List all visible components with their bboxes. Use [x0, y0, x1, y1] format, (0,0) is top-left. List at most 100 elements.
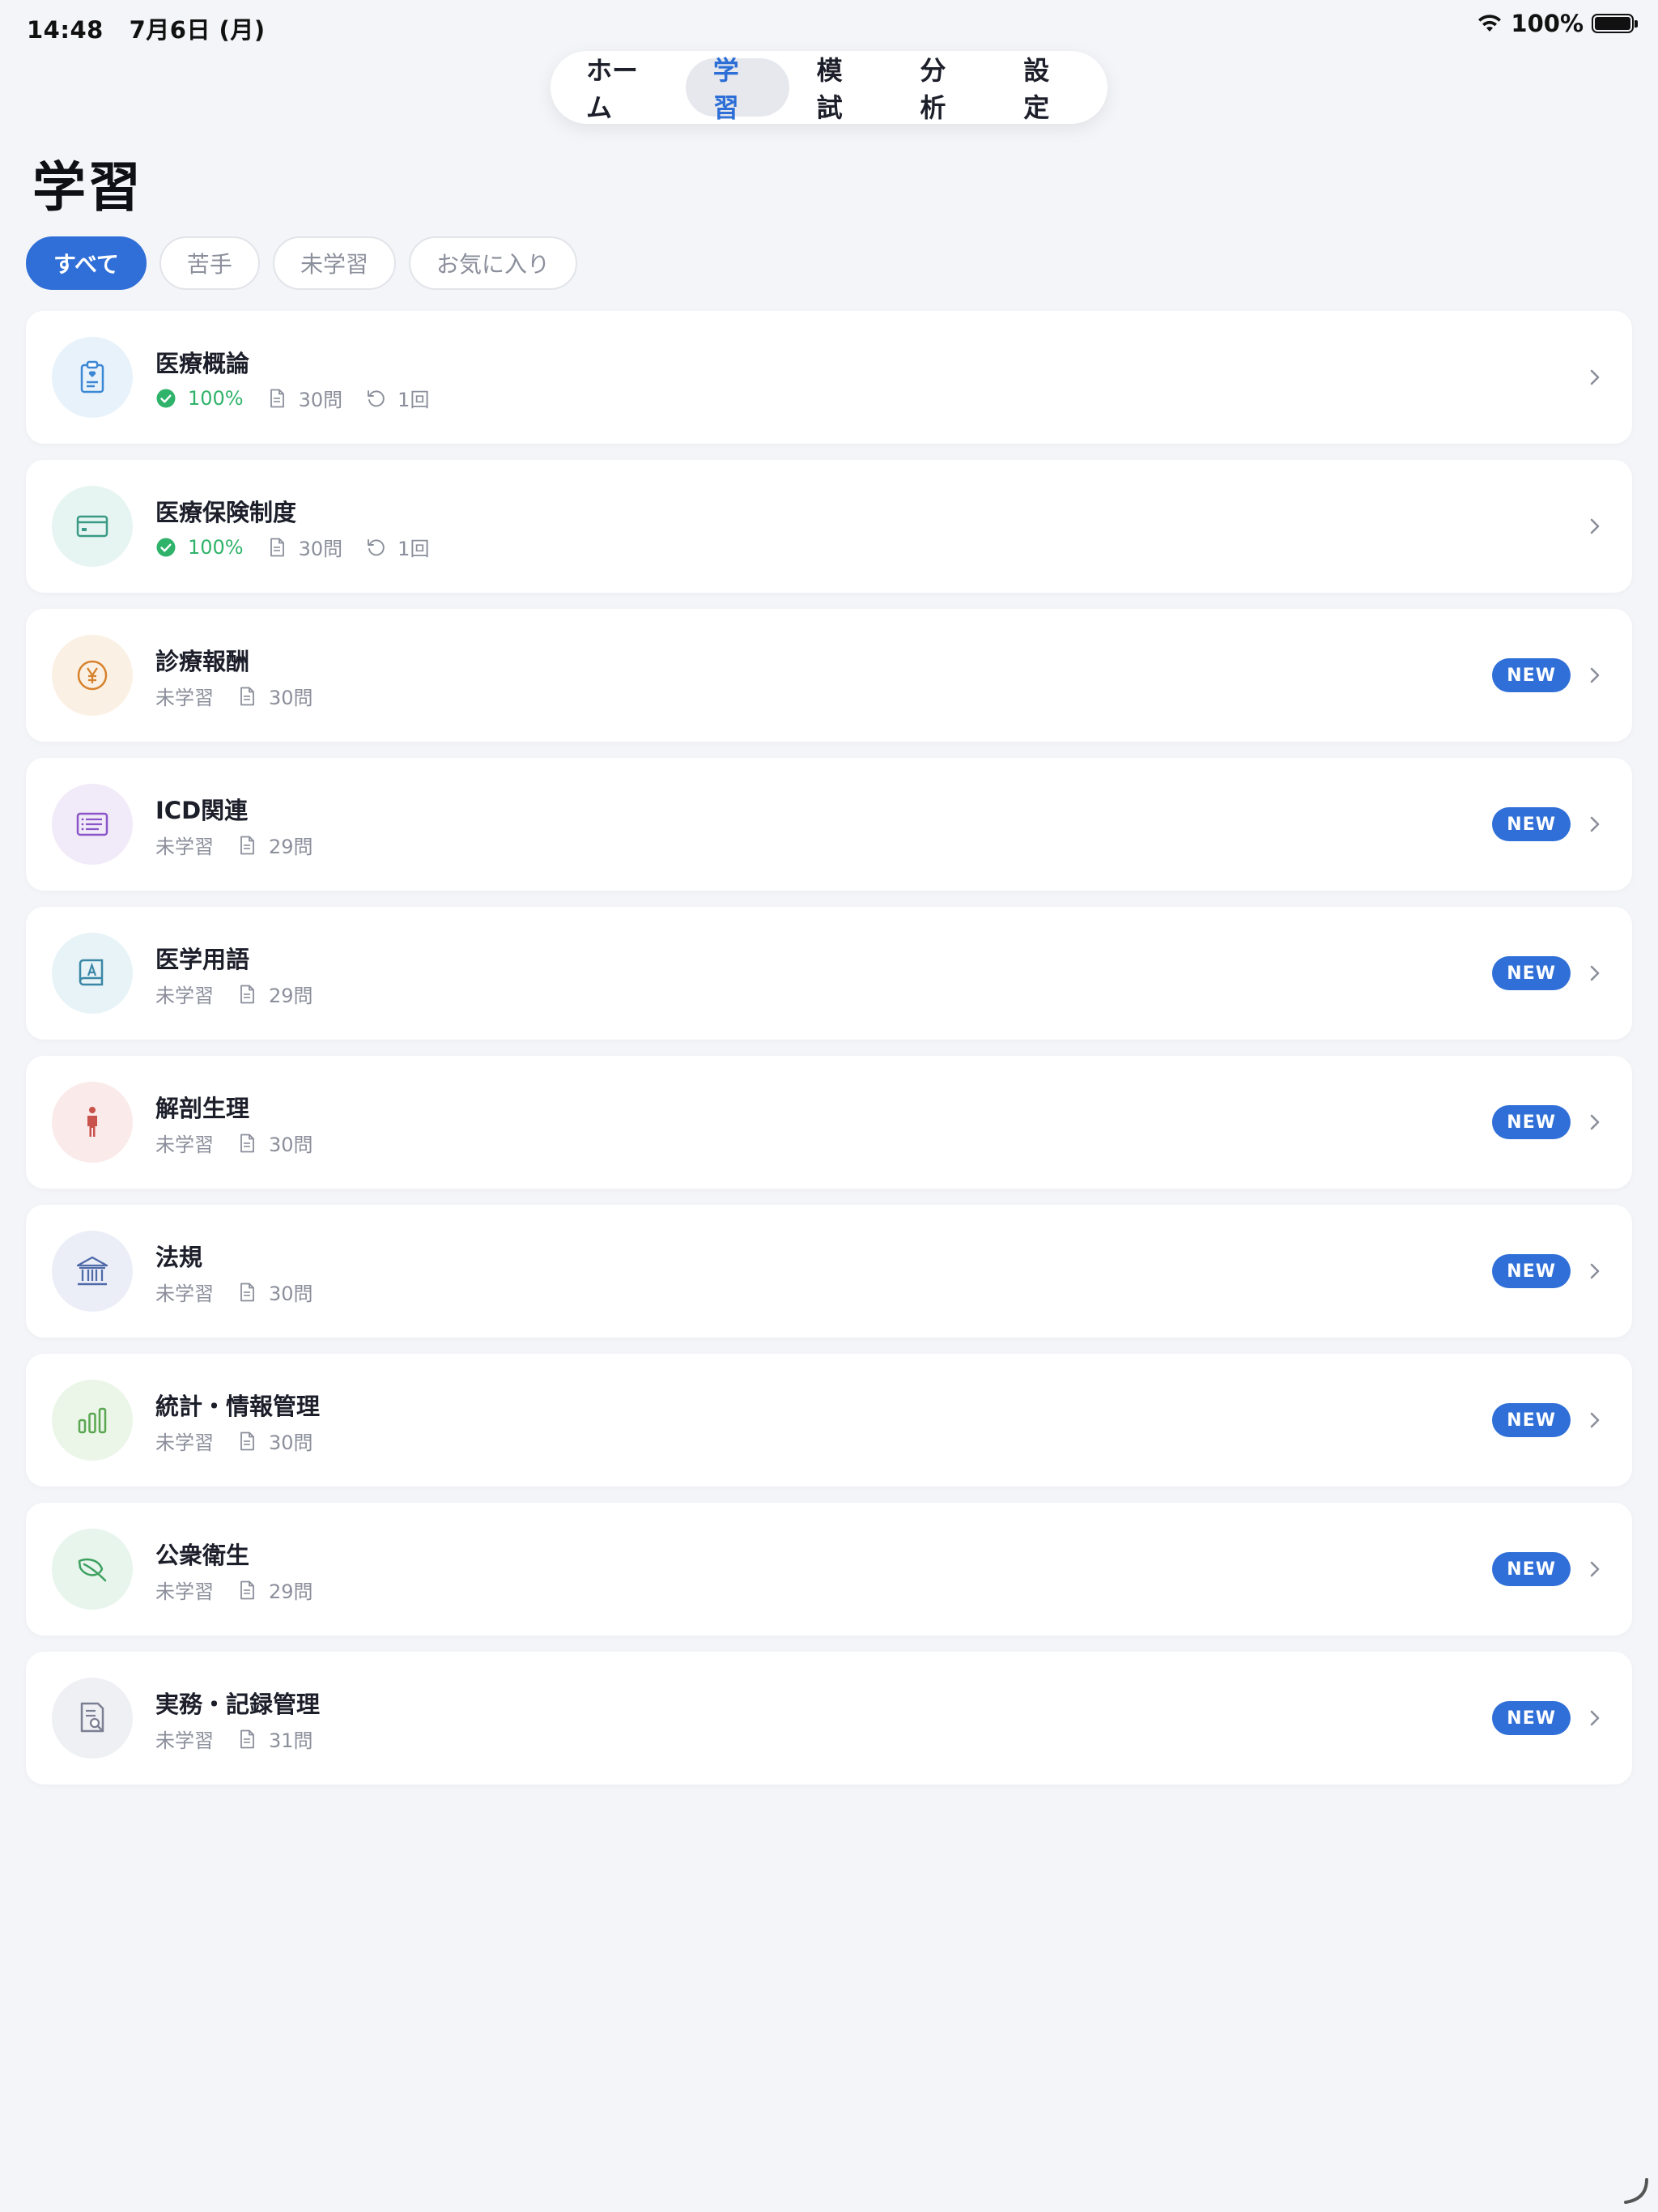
chevron-right-icon [1590, 1561, 1600, 1577]
question-count: 31問 [236, 1725, 313, 1753]
credit-card-icon [76, 515, 108, 538]
battery-icon [1592, 14, 1638, 33]
subject-meta: 未学習 29問 [155, 831, 336, 859]
document-icon [270, 538, 284, 556]
subject-card[interactable]: 実務・記録管理 未学習 31問 NEW [26, 1652, 1632, 1784]
document-icon [270, 389, 284, 407]
subject-title: 解剖生理 [155, 1095, 250, 1122]
page-title: 学習 [32, 156, 142, 219]
subject-icon-wrap [52, 1678, 133, 1759]
subject-icon-wrap [52, 784, 133, 865]
subject-meta: 未学習 29問 [155, 1576, 336, 1604]
subject-title: 実務・記録管理 [155, 1691, 321, 1718]
status-bar: 14:48 7月6日 (月) 100% [0, 0, 1658, 50]
clipboard-heart-icon [80, 360, 104, 393]
filter-weak[interactable]: 苦手 [159, 236, 260, 290]
subject-icon-wrap [52, 337, 133, 418]
filter-all[interactable]: すべて [26, 236, 147, 290]
subject-card[interactable]: 解剖生理 未学習 30問 NEW [26, 1056, 1632, 1189]
subject-card[interactable]: 法規 未学習 30問 NEW [26, 1205, 1632, 1338]
chevron-right-icon [1590, 1263, 1600, 1279]
check-circle-icon [156, 389, 176, 407]
subject-meta: 未学習 30問 [155, 682, 336, 710]
new-badge: NEW [1492, 956, 1571, 990]
leaf-icon [78, 1558, 107, 1582]
progress-status: 未学習 [155, 1729, 214, 1752]
filter-favorites[interactable]: お気に入り [408, 236, 577, 290]
review-icon [368, 538, 385, 555]
question-count: 30問 [266, 533, 342, 561]
review-count: 1回 [365, 384, 429, 412]
document-icon [240, 1134, 254, 1152]
question-count: 29問 [236, 1576, 313, 1604]
progress-status: 未学習 [155, 1580, 214, 1603]
subject-title: 診療報酬 [155, 648, 250, 675]
chevron-right-icon [1590, 667, 1600, 683]
progress-status: 未学習 [155, 687, 214, 709]
subject-title: 統計・情報管理 [155, 1393, 321, 1420]
progress-status: 未学習 [155, 985, 214, 1007]
subject-card[interactable]: 医療概論 100% 30問 1回 [26, 311, 1632, 444]
status-right: 100% [1477, 10, 1638, 37]
question-count: 30問 [236, 1427, 313, 1455]
document-icon [240, 1580, 254, 1599]
subject-title: 医療保険制度 [155, 499, 297, 526]
subject-card[interactable]: 公衆衛生 未学習 29問 NEW [26, 1503, 1632, 1636]
subject-title: 医療概論 [155, 350, 250, 377]
filter-unstudied[interactable]: 未学習 [272, 236, 396, 290]
chevron-right-icon [1590, 1412, 1600, 1428]
chevron-right-icon [1590, 965, 1600, 981]
progress-status: 100% [155, 387, 244, 410]
review-count: 1回 [365, 533, 429, 561]
subject-list: 医療概論 100% 30問 1回 医療保険制度 100% 30問 1回 診療報酬 未学習… [26, 311, 1632, 1801]
tab-study[interactable]: 学習 [685, 55, 789, 123]
subject-icon-wrap [52, 1529, 133, 1610]
new-badge: NEW [1492, 1552, 1571, 1586]
subject-meta: 未学習 30問 [155, 1278, 336, 1306]
progress-status: 未学習 [155, 836, 214, 858]
subject-card[interactable]: 診療報酬 未学習 30問 NEW [26, 609, 1632, 742]
check-circle-icon [156, 538, 176, 556]
subject-icon-wrap [52, 933, 133, 1014]
subject-title: ICD関連 [155, 797, 249, 824]
subject-meta: 未学習 30問 [155, 1427, 336, 1455]
subject-meta: 未学習 31問 [155, 1725, 336, 1753]
bar-chart-icon [78, 1407, 107, 1434]
tab-settings[interactable]: 設定 [996, 55, 1099, 123]
document-icon [240, 1283, 254, 1301]
subject-card[interactable]: 統計・情報管理 未学習 30問 NEW [26, 1354, 1632, 1487]
question-count: 30問 [236, 682, 313, 710]
new-badge: NEW [1492, 658, 1571, 692]
subject-title: 法規 [155, 1244, 203, 1271]
progress-status: 未学習 [155, 1431, 214, 1454]
status-date: 7月6日 (月) [129, 16, 266, 44]
question-count: 30問 [236, 1278, 313, 1306]
yen-coin-icon [77, 660, 108, 691]
chevron-right-icon [1590, 1114, 1600, 1130]
subject-meta: 未学習 30問 [155, 1129, 336, 1157]
question-count: 30問 [266, 384, 342, 412]
document-icon [240, 687, 254, 705]
subject-meta: 未学習 29問 [155, 980, 336, 1008]
resize-handle-icon [1624, 2178, 1648, 2204]
new-badge: NEW [1492, 1254, 1571, 1288]
document-icon [240, 985, 254, 1003]
subject-card[interactable]: 医学用語 未学習 29問 NEW [26, 907, 1632, 1040]
subject-card[interactable]: ICD関連 未学習 29問 NEW [26, 758, 1632, 891]
progress-status: 未学習 [155, 1134, 214, 1156]
new-badge: NEW [1492, 1701, 1571, 1735]
progress-status: 100% [155, 536, 244, 559]
wifi-icon [1478, 15, 1502, 32]
chevron-right-icon [1590, 1710, 1600, 1726]
list-card-icon [76, 812, 108, 836]
tab-mock-exam[interactable]: 模試 [789, 55, 893, 123]
subject-title: 医学用語 [155, 946, 250, 973]
document-icon [240, 1729, 254, 1748]
document-icon [240, 1431, 254, 1450]
subject-card[interactable]: 医療保険制度 100% 30問 1回 [26, 460, 1632, 593]
dictionary-book-icon [79, 959, 104, 986]
subject-icon-wrap [52, 1380, 133, 1461]
subject-meta: 100% 30問 1回 [155, 384, 452, 412]
tab-home[interactable]: ホーム [559, 55, 686, 123]
tab-analysis[interactable]: 分析 [892, 55, 996, 123]
